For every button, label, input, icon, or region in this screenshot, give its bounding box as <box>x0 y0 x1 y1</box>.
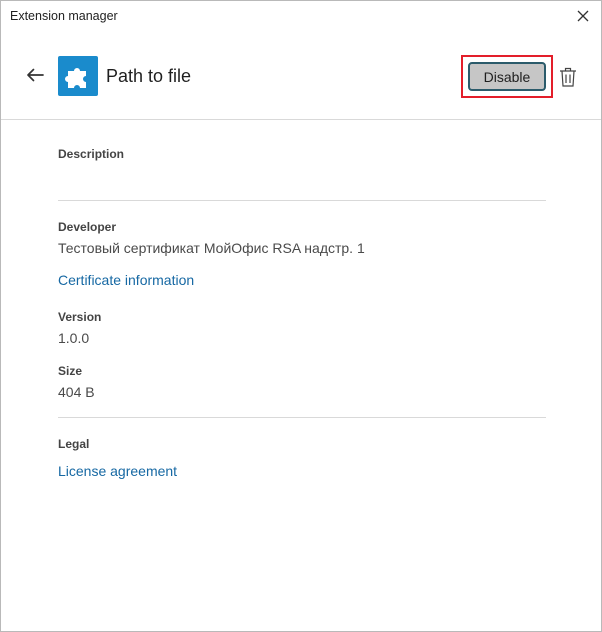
extension-name: Path to file <box>106 66 192 86</box>
close-icon <box>577 10 589 22</box>
extension-header: Path to file Disable <box>1 33 601 120</box>
size-label: Size <box>58 364 83 378</box>
window-title: Extension manager <box>10 9 118 23</box>
title-bar: Extension manager <box>1 1 601 33</box>
legal-label: Legal <box>58 437 90 451</box>
divider <box>58 200 546 201</box>
puzzle-piece-icon <box>65 68 86 88</box>
arrow-left-icon <box>27 68 44 82</box>
extension-icon <box>58 56 98 96</box>
version-label: Version <box>58 310 102 324</box>
developer-value: Тестовый сертификат МойОфис RSA надстр. … <box>58 240 365 256</box>
extension-manager-window: Extension manager Path to file Disable D… <box>0 0 602 632</box>
trash-icon <box>560 67 576 87</box>
disable-button[interactable]: Disable <box>468 62 546 91</box>
certificate-information-link[interactable]: Certificate information <box>58 272 194 288</box>
description-label: Description <box>58 147 125 161</box>
close-button[interactable] <box>573 6 593 26</box>
delete-button[interactable] <box>558 66 578 88</box>
license-agreement-link[interactable]: License agreement <box>58 463 177 479</box>
back-button[interactable] <box>25 65 45 85</box>
developer-label: Developer <box>58 220 117 234</box>
size-value: 404 B <box>58 384 95 400</box>
version-value: 1.0.0 <box>58 330 90 346</box>
divider <box>58 417 546 418</box>
